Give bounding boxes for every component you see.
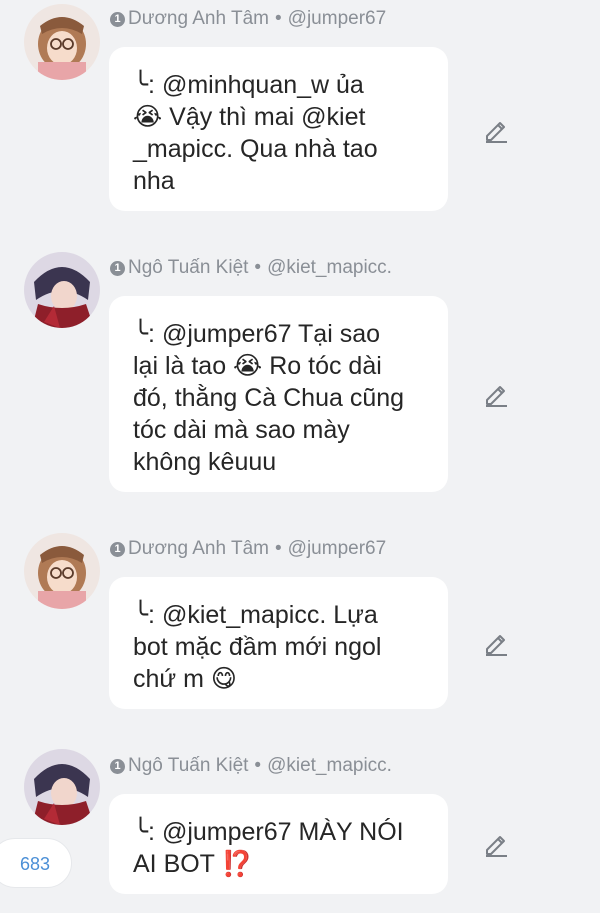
- comment-meta: 1 Ngô Tuấn Kiệt • @kiet_mapicc.: [110, 755, 392, 777]
- comment-bubble[interactable]: ╰: @jumper67 Tại sao lại là tao 😭 Ro tóc…: [109, 296, 448, 492]
- comment-meta: 1 Ngô Tuấn Kiệt • @kiet_mapicc.: [110, 257, 392, 279]
- separator: •: [275, 8, 282, 29]
- author-name[interactable]: Ngô Tuấn Kiệt: [128, 755, 248, 777]
- reaction-counter[interactable]: 683: [0, 838, 72, 888]
- comment-text: ╰: @jumper67 Tại sao lại là tao 😭 Ro tóc…: [133, 320, 405, 476]
- comment-bubble[interactable]: ╰: @minhquan_w ủa 😭 Vậy thì mai @kiet _m…: [109, 47, 448, 211]
- author-handle[interactable]: @jumper67: [288, 8, 387, 30]
- pencil-icon[interactable]: [483, 831, 509, 857]
- level-badge: 1: [110, 260, 125, 276]
- avatar[interactable]: [24, 252, 100, 328]
- avatar[interactable]: [24, 749, 100, 825]
- comment-text: ╰: @kiet_mapicc. Lựa bot mặc đầm mới ngo…: [133, 601, 382, 693]
- author-handle[interactable]: @kiet_mapicc.: [267, 257, 392, 279]
- separator: •: [254, 755, 262, 776]
- author-name[interactable]: Dương Anh Tâm: [128, 8, 269, 30]
- author-handle[interactable]: @jumper67: [288, 538, 387, 560]
- pencil-icon[interactable]: [483, 630, 509, 656]
- pencil-icon[interactable]: [483, 381, 509, 407]
- comment-text: ╰: @minhquan_w ủa 😭 Vậy thì mai @kiet _m…: [133, 71, 378, 195]
- author-name[interactable]: Dương Anh Tâm: [128, 538, 269, 560]
- separator: •: [275, 538, 282, 559]
- level-badge: 1: [110, 541, 125, 557]
- level-badge: 1: [110, 11, 125, 27]
- author-name[interactable]: Ngô Tuấn Kiệt: [128, 257, 248, 279]
- author-handle[interactable]: @kiet_mapicc.: [267, 755, 392, 777]
- separator: •: [254, 257, 262, 278]
- comment-meta: 1 Dương Anh Tâm • @jumper67: [110, 8, 386, 30]
- avatar[interactable]: [24, 533, 100, 609]
- comment-feed: 1 Dương Anh Tâm • @jumper67 ╰: @minhquan…: [0, 0, 600, 913]
- comment-bubble[interactable]: ╰: @kiet_mapicc. Lựa bot mặc đầm mới ngo…: [109, 577, 448, 709]
- comment-bubble[interactable]: ╰: @jumper67 MÀY NÓI AI BOT ⁉️: [109, 794, 448, 894]
- pencil-icon[interactable]: [483, 117, 509, 143]
- comment-text: ╰: @jumper67 MÀY NÓI AI BOT ⁉️: [133, 818, 404, 878]
- avatar[interactable]: [24, 4, 100, 80]
- comment-meta: 1 Dương Anh Tâm • @jumper67: [110, 538, 386, 560]
- level-badge: 1: [110, 758, 125, 774]
